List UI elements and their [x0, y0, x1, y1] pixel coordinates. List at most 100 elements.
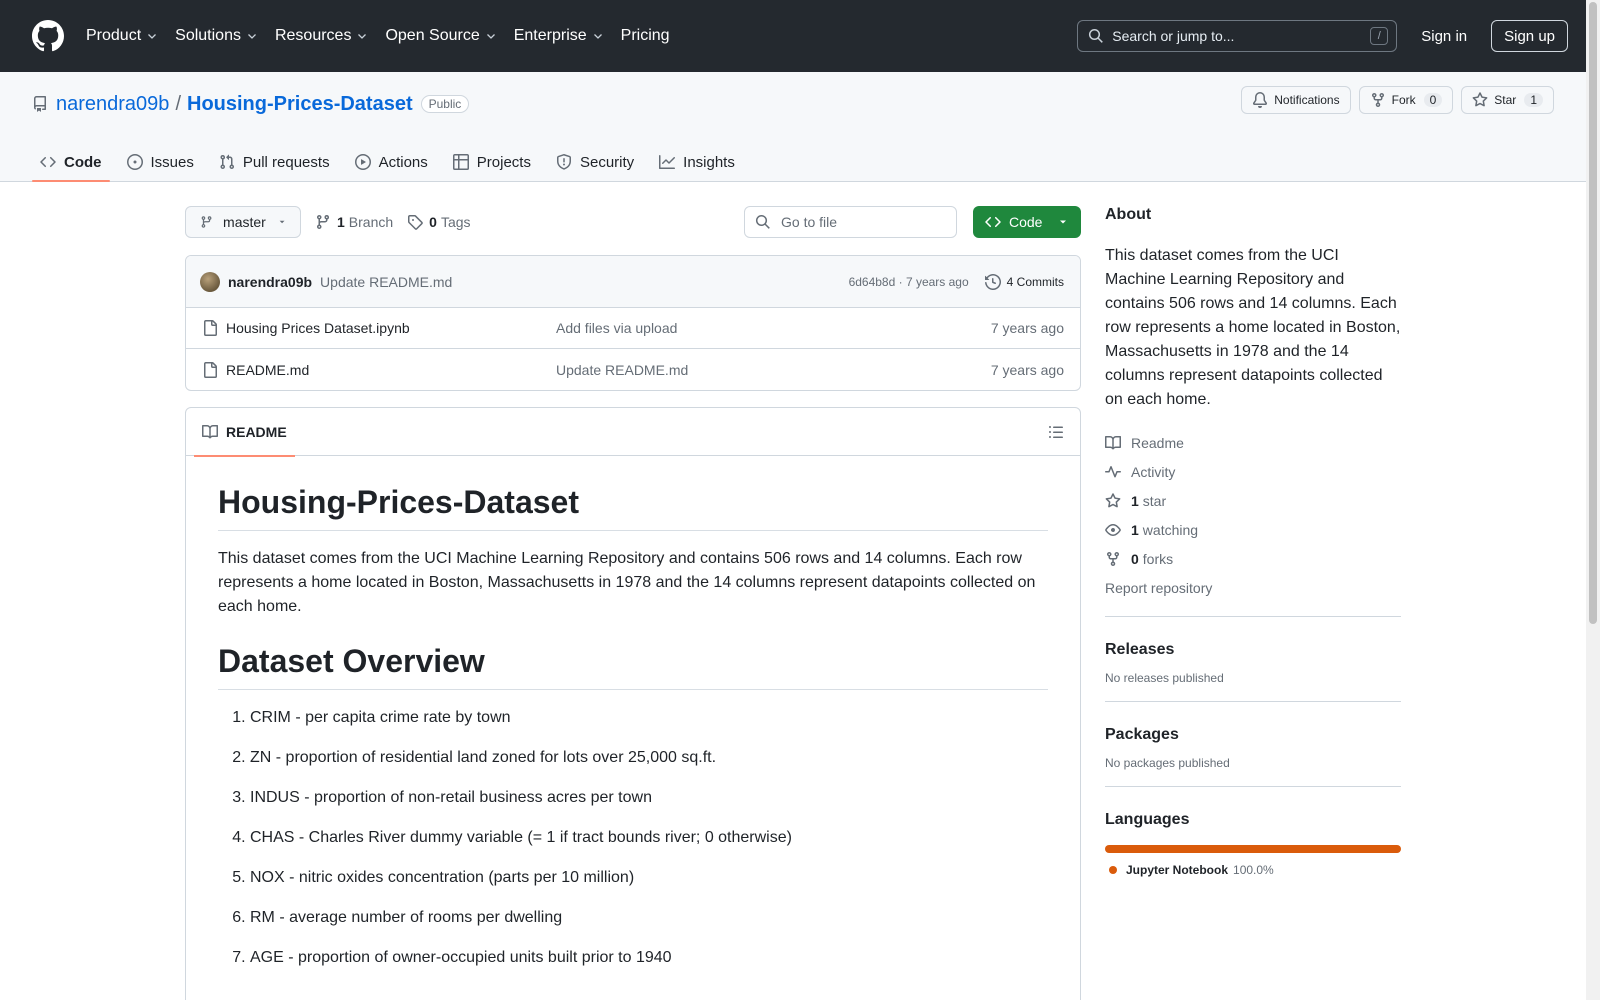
- scrollbar-thumb[interactable]: [1589, 2, 1597, 624]
- chevron-down-icon: [358, 34, 367, 39]
- list-item: RM - average number of rooms per dwellin…: [250, 906, 1048, 930]
- pull-request-icon: [220, 154, 234, 170]
- star-icon: [1472, 92, 1488, 107]
- chevron-down-icon: [486, 34, 495, 39]
- tab-pull-requests[interactable]: Pull requests: [211, 144, 338, 180]
- nav-open-source[interactable]: Open Source: [385, 27, 496, 45]
- commit-message[interactable]: Update README.md: [320, 274, 452, 290]
- packages-section: Packages No packages published: [1105, 701, 1401, 786]
- table-row[interactable]: README.md Update README.md 7 years ago: [186, 349, 1080, 390]
- eye-icon: [1105, 523, 1121, 536]
- issue-icon: [126, 154, 143, 170]
- nav-enterprise[interactable]: Enterprise: [514, 27, 604, 45]
- column-list: CRIM - per capita crime rate by town ZN …: [218, 706, 1048, 970]
- avatar[interactable]: [200, 271, 220, 292]
- file-list: narendra09b Update README.md 6d64b8d · 7…: [185, 255, 1081, 391]
- branch-icon: [316, 215, 329, 230]
- nav-product[interactable]: Product: [86, 27, 158, 45]
- stars-link[interactable]: 1 star: [1105, 486, 1401, 515]
- nav-pricing[interactable]: Pricing: [621, 27, 670, 45]
- tab-insights[interactable]: Insights: [651, 144, 743, 180]
- repo-sidebar: About This dataset comes from the UCI Ma…: [1105, 206, 1401, 877]
- commit-meta[interactable]: 6d64b8d · 7 years ago: [849, 275, 969, 289]
- branches-link[interactable]: 1 Branch: [315, 214, 393, 230]
- list-item: AGE - proportion of owner-occupied units…: [250, 946, 1048, 970]
- readme-panel: README Housing-Prices-Dataset This datas…: [185, 407, 1081, 1000]
- latest-commit: narendra09b Update README.md 6d64b8d · 7…: [186, 256, 1080, 308]
- report-repository-link[interactable]: Report repository: [1105, 573, 1401, 602]
- code-icon: [40, 156, 56, 168]
- language-color-dot: [1109, 866, 1117, 874]
- book-icon: [202, 424, 218, 438]
- file-commit-message[interactable]: Update README.md: [556, 362, 991, 378]
- file-icon: [204, 361, 217, 378]
- repo-owner-link[interactable]: narendra09b: [56, 93, 169, 116]
- table-row[interactable]: Housing Prices Dataset.ipynb Add files v…: [186, 308, 1080, 349]
- visibility-badge: Public: [420, 95, 470, 113]
- readme-link[interactable]: Readme: [1105, 428, 1401, 457]
- fork-count: 0: [1423, 93, 1443, 107]
- tags-link[interactable]: 0 Tags: [407, 214, 471, 230]
- repo-icon: [33, 96, 46, 112]
- file-date: 7 years ago: [990, 361, 1064, 378]
- repo-header: narendra09b / Housing-Prices-Dataset Pub…: [0, 72, 1600, 182]
- repo-name-link[interactable]: Housing-Prices-Dataset: [187, 93, 413, 116]
- language-percent: 100.0%: [1233, 863, 1274, 877]
- about-heading: About: [1105, 206, 1152, 223]
- branch-select-button[interactable]: master: [185, 206, 301, 238]
- file-icon: [204, 320, 217, 336]
- pulse-icon: [1105, 465, 1121, 477]
- page-scrollbar[interactable]: [1586, 0, 1600, 1000]
- repo-actions: Notifications Fork 0 Star 1: [1241, 86, 1554, 114]
- tab-projects[interactable]: Projects: [445, 144, 539, 180]
- nav-resources[interactable]: Resources: [275, 27, 368, 45]
- star-icon: [1105, 492, 1121, 507]
- tab-issues[interactable]: Issues: [119, 144, 202, 180]
- watching-link[interactable]: 1 watching: [1105, 515, 1401, 544]
- search-icon: [1089, 28, 1104, 43]
- code-button[interactable]: Code: [973, 206, 1081, 238]
- file-commit-message[interactable]: Add files via upload: [556, 320, 991, 336]
- table-icon: [452, 154, 469, 170]
- tab-readme[interactable]: README: [194, 408, 295, 457]
- search-placeholder: Search or jump to...: [1112, 28, 1235, 44]
- releases-heading[interactable]: Releases: [1105, 641, 1401, 659]
- list-icon[interactable]: [1048, 424, 1064, 440]
- star-button[interactable]: Star 1: [1461, 86, 1554, 114]
- file-name[interactable]: Housing Prices Dataset.ipynb: [226, 320, 556, 336]
- commits-link[interactable]: 4 Commits: [984, 273, 1064, 290]
- search-input[interactable]: Search or jump to... /: [1077, 20, 1398, 52]
- sign-in-link[interactable]: Sign in: [1421, 28, 1467, 45]
- branch-icon: [201, 216, 212, 228]
- activity-link[interactable]: Activity: [1105, 457, 1401, 486]
- fork-button[interactable]: Fork 0: [1358, 86, 1454, 114]
- file-name[interactable]: README.md: [226, 362, 556, 378]
- chevron-down-icon: [148, 34, 157, 39]
- shield-icon: [556, 154, 571, 170]
- fork-icon: [1107, 551, 1119, 566]
- repo-tabs: Code Issues Pull requests Actions Projec…: [32, 144, 752, 182]
- graph-icon: [659, 155, 676, 169]
- history-icon: [984, 273, 1001, 290]
- language-name: Jupyter Notebook: [1126, 863, 1229, 877]
- list-item: NOX - nitric oxides concentration (parts…: [250, 866, 1048, 890]
- about-description: This dataset comes from the UCI Machine …: [1105, 247, 1401, 408]
- search-shortcut: /: [1370, 27, 1389, 45]
- nav-solutions[interactable]: Solutions: [175, 27, 258, 45]
- commit-author[interactable]: narendra09b: [228, 274, 312, 290]
- go-to-file-input[interactable]: Go to file: [744, 206, 957, 238]
- language-item[interactable]: Jupyter Notebook 100.0%: [1109, 863, 1401, 877]
- readme-body: Housing-Prices-Dataset This dataset come…: [186, 456, 1080, 1000]
- github-logo-icon[interactable]: [32, 20, 64, 52]
- sign-up-button[interactable]: Sign up: [1491, 20, 1568, 52]
- forks-link[interactable]: 0 forks: [1105, 544, 1401, 573]
- packages-heading[interactable]: Packages: [1105, 726, 1401, 744]
- readme-header: README: [186, 408, 1080, 457]
- tab-actions[interactable]: Actions: [347, 144, 436, 180]
- readme-overview-heading: Dataset Overview: [218, 643, 1048, 690]
- tab-code[interactable]: Code: [32, 144, 110, 182]
- tab-security[interactable]: Security: [548, 144, 642, 180]
- global-header: Product Solutions Resources Open Source …: [0, 0, 1600, 72]
- notifications-button[interactable]: Notifications: [1241, 86, 1351, 114]
- list-item: CHAS - Charles River dummy variable (= 1…: [250, 826, 1048, 850]
